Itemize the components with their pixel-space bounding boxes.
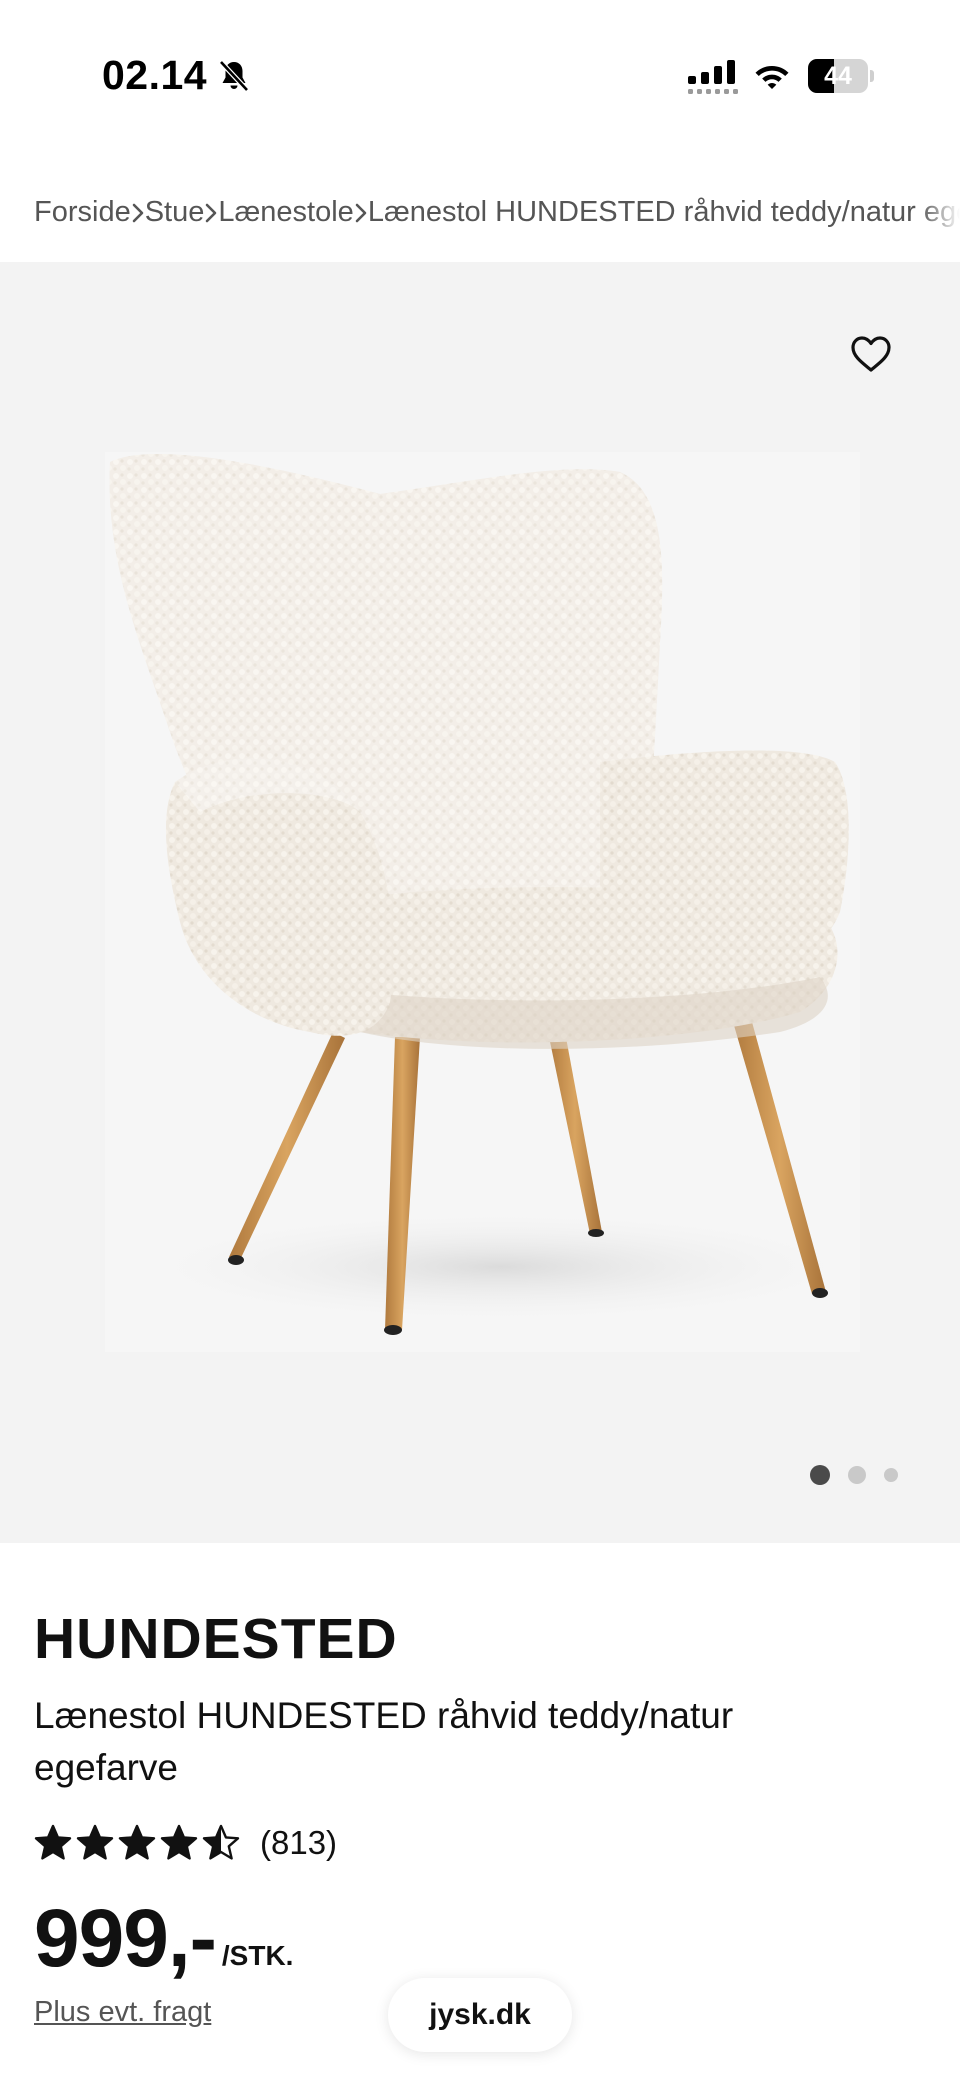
- signal-icon: [688, 60, 738, 94]
- price-row: 999,- /STK.: [34, 1898, 293, 1980]
- star-full-icon: [160, 1824, 198, 1860]
- battery-indicator: 44: [808, 59, 874, 93]
- breadcrumb: Forside Stue Lænestole Lænestol HUNDESTE…: [34, 192, 960, 232]
- browser-url-pill[interactable]: jysk.dk: [388, 1978, 572, 2052]
- breadcrumb-item-current: Lænestol HUNDESTED råhvid teddy/natur eg…: [367, 195, 960, 228]
- star-half-icon: [202, 1824, 240, 1860]
- heart-icon: [851, 336, 891, 372]
- product-brand-title: HUNDESTED: [34, 1607, 398, 1671]
- star-full-icon: [118, 1824, 156, 1860]
- breadcrumb-item-laenestole[interactable]: Lænestole: [218, 196, 353, 229]
- breadcrumb-fade: [920, 192, 960, 232]
- product-description: Lænestol HUNDESTED råhvid teddy/natur eg…: [34, 1695, 734, 1788]
- image-pagination: [810, 1465, 898, 1485]
- review-count[interactable]: (813): [260, 1824, 337, 1862]
- breadcrumb-item-forside[interactable]: Forside: [34, 196, 131, 229]
- product-price: 999,-: [34, 1893, 217, 1984]
- pagination-dot-active[interactable]: [810, 1465, 830, 1485]
- product-rating[interactable]: (813): [34, 1818, 337, 1868]
- product-image-armchair[interactable]: [0, 262, 960, 1543]
- status-bar: 02.14 44: [0, 0, 960, 150]
- chevron-right-icon: [354, 196, 368, 229]
- breadcrumb-item-stue[interactable]: Stue: [145, 196, 205, 229]
- battery-body: 44: [808, 59, 868, 93]
- price-unit: /STK.: [221, 1940, 294, 1971]
- bell-muted-icon: [219, 60, 249, 92]
- pagination-dot[interactable]: [884, 1468, 898, 1482]
- battery-tip: [870, 70, 874, 82]
- rating-stars: [34, 1824, 240, 1862]
- chevron-right-icon: [204, 196, 218, 229]
- star-full-icon: [34, 1824, 72, 1860]
- product-gallery[interactable]: [0, 262, 960, 1543]
- pagination-dot[interactable]: [848, 1466, 866, 1484]
- battery-level: 44: [824, 62, 852, 90]
- favorite-button[interactable]: [843, 326, 899, 382]
- star-full-icon: [76, 1824, 114, 1860]
- chevron-right-icon: [131, 196, 145, 229]
- wifi-icon: [755, 66, 789, 89]
- shipping-info-link[interactable]: Plus evt. fragt: [34, 1996, 211, 2029]
- status-time: 02.14: [102, 52, 208, 98]
